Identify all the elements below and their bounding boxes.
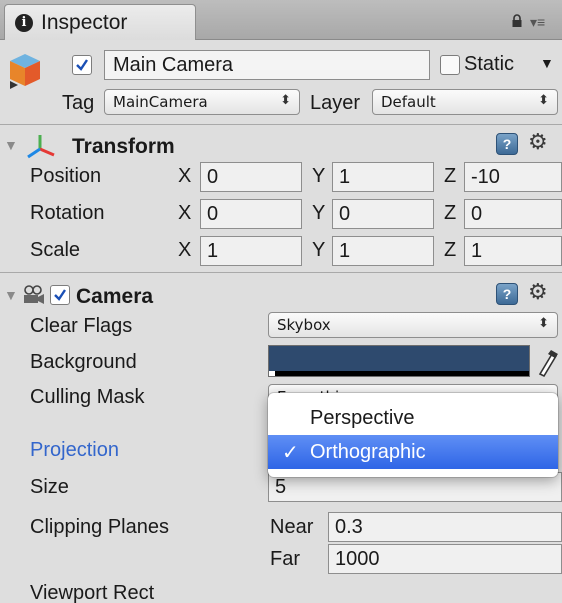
camera-enabled-checkbox[interactable] [50, 285, 70, 305]
info-icon: i [15, 13, 33, 32]
rotation-y-value: 0 [339, 202, 351, 225]
position-x-field[interactable]: 0 [200, 162, 302, 192]
menu-item-label: Perspective [310, 406, 415, 429]
near-field[interactable]: 0.3 [328, 512, 562, 542]
rotation-label: Rotation [30, 202, 105, 224]
scale-label: Scale [30, 239, 81, 261]
scale-z-field[interactable]: 1 [464, 236, 562, 266]
layer-value: Default [381, 93, 436, 111]
transform-title: Transform [72, 135, 175, 158]
scale-x-label[interactable]: X [178, 239, 191, 262]
inspector-tab-bar: i Inspector ▾≡ [0, 0, 562, 40]
updown-arrows-icon: ⬍ [538, 316, 549, 331]
checkmark-icon: ✓ [282, 441, 299, 464]
rotation-x-field[interactable]: 0 [200, 199, 302, 229]
scale-y-value: 1 [339, 239, 351, 262]
position-label: Position [30, 165, 102, 187]
rotation-y-field[interactable]: 0 [332, 199, 434, 229]
layer-label: Layer [310, 92, 361, 114]
clear-flags-value: Skybox [277, 316, 331, 334]
rotation-z-field[interactable]: 0 [464, 199, 562, 229]
clear-flags-label: Clear Flags [30, 315, 133, 337]
size-label: Size [30, 476, 69, 498]
position-z-label[interactable]: Z [444, 165, 456, 188]
position-x-label[interactable]: X [178, 165, 191, 188]
scale-y-label[interactable]: Y [312, 239, 325, 262]
scale-y-field[interactable]: 1 [332, 236, 434, 266]
updown-arrows-icon: ⬍ [538, 93, 549, 108]
transform-axes-icon [27, 135, 55, 159]
clear-flags-dropdown[interactable]: Skybox ⬍ [268, 312, 558, 338]
clipping-planes-label: Clipping Planes [30, 516, 169, 538]
alpha-bar [269, 371, 529, 376]
object-name-field[interactable]: Main Camera [104, 50, 430, 80]
foldout-arrow-icon[interactable]: ▼ [4, 137, 18, 153]
static-label: Static [464, 53, 515, 75]
position-x-value: 0 [207, 165, 219, 188]
active-checkbox[interactable] [72, 55, 92, 75]
help-icon[interactable]: ? [496, 283, 518, 305]
scale-x-value: 1 [207, 239, 219, 262]
position-z-field[interactable]: -10 [464, 162, 562, 192]
static-dropdown-icon[interactable]: ▼ [540, 55, 554, 71]
tag-value: MainCamera [113, 93, 208, 111]
gear-icon[interactable]: ⚙ [528, 129, 548, 155]
background-label: Background [30, 351, 137, 373]
updown-arrows-icon: ⬍ [280, 93, 291, 108]
position-y-value: 1 [339, 165, 351, 188]
layer-dropdown[interactable]: Default ⬍ [372, 89, 558, 115]
tab-inspector-label: Inspector [41, 10, 128, 34]
far-value: 1000 [335, 547, 380, 570]
projection-menu: Perspective ✓ Orthographic [268, 393, 558, 477]
lock-icon[interactable] [510, 14, 524, 28]
help-icon[interactable]: ? [496, 133, 518, 155]
far-field[interactable]: 1000 [328, 544, 562, 574]
rotation-z-label[interactable]: Z [444, 202, 456, 225]
camera-title: Camera [76, 285, 154, 308]
rotation-z-value: 0 [471, 202, 483, 225]
position-y-label[interactable]: Y [312, 165, 325, 188]
background-color-field[interactable] [268, 345, 530, 377]
rotation-x-label[interactable]: X [178, 202, 191, 225]
camera-icon [24, 285, 44, 304]
size-value: 5 [275, 475, 287, 498]
menu-item-perspective[interactable]: Perspective [268, 401, 558, 435]
object-name-text: Main Camera [113, 53, 234, 76]
tag-dropdown[interactable]: MainCamera ⬍ [104, 89, 300, 115]
rotation-y-label[interactable]: Y [312, 202, 325, 225]
near-value: 0.3 [335, 515, 363, 538]
gear-icon[interactable]: ⚙ [528, 279, 548, 305]
scale-x-field[interactable]: 1 [200, 236, 302, 266]
rotation-x-value: 0 [207, 202, 219, 225]
far-label: Far [270, 548, 300, 570]
viewport-rect-label: Viewport Rect [30, 582, 155, 603]
scale-z-label[interactable]: Z [444, 239, 456, 262]
eyedropper-icon[interactable] [536, 344, 560, 378]
projection-label: Projection [30, 439, 119, 461]
near-label: Near [270, 516, 314, 538]
menu-item-orthographic[interactable]: ✓ Orthographic [268, 435, 558, 469]
static-checkbox[interactable] [440, 55, 460, 75]
tab-menu-icon[interactable]: ▾≡ [530, 14, 545, 31]
position-y-field[interactable]: 1 [332, 162, 434, 192]
tag-label: Tag [62, 92, 95, 114]
scale-z-value: 1 [471, 239, 483, 262]
position-z-value: -10 [471, 165, 500, 188]
menu-item-label: Orthographic [310, 440, 426, 463]
foldout-arrow-icon[interactable]: ▼ [4, 287, 18, 303]
culling-mask-label: Culling Mask [30, 386, 145, 408]
alpha-bar-fill [269, 371, 275, 376]
tab-inspector[interactable]: i Inspector [4, 4, 196, 40]
gameobject-cube-icon [10, 54, 40, 89]
